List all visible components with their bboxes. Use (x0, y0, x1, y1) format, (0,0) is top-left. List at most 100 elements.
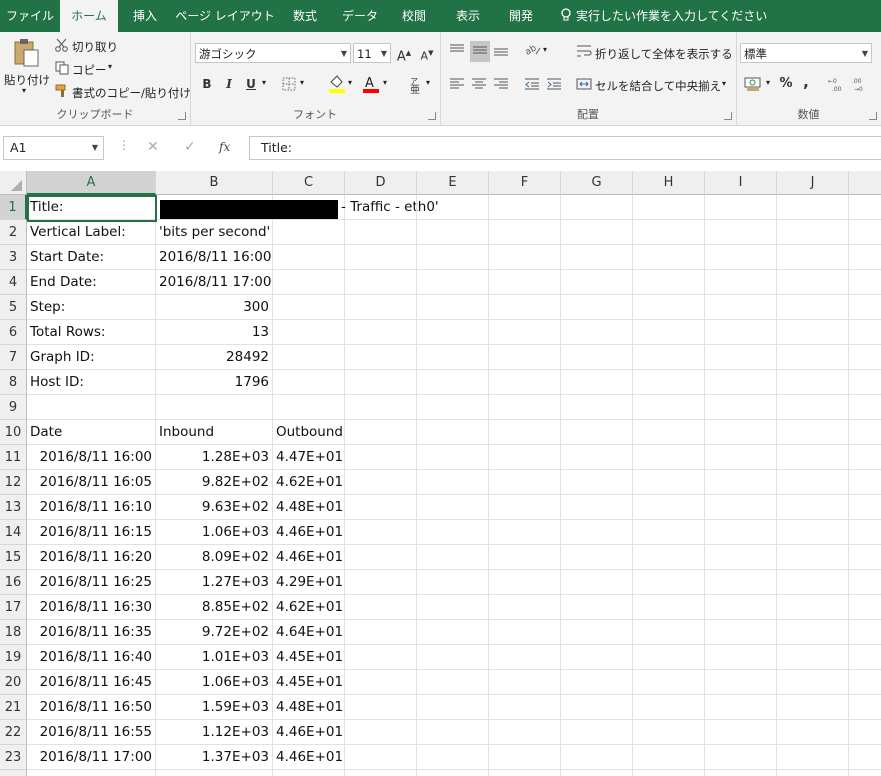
row-header-19[interactable]: 19 (0, 645, 27, 670)
cell-d12[interactable] (345, 470, 417, 495)
cell-k13[interactable] (849, 495, 881, 520)
cell-i12[interactable] (705, 470, 777, 495)
cell-a14[interactable]: 2016/8/11 16:15 (27, 520, 156, 545)
cell-e12[interactable] (417, 470, 489, 495)
cell-h5[interactable] (633, 295, 705, 320)
row-header-4[interactable]: 4 (0, 270, 27, 295)
cell-f11[interactable] (489, 445, 561, 470)
cell-c8[interactable] (273, 370, 345, 395)
cell-e19[interactable] (417, 645, 489, 670)
cell-f14[interactable] (489, 520, 561, 545)
enter-icon[interactable]: ✓ (184, 139, 196, 155)
row-header-9[interactable]: 9 (0, 395, 27, 420)
cell-i24[interactable] (705, 770, 777, 776)
cell-d10[interactable] (345, 420, 417, 445)
number-launcher-icon[interactable] (869, 112, 877, 120)
cell-g17[interactable] (561, 595, 633, 620)
cell-b19[interactable]: 1.01E+03 (156, 645, 273, 670)
cell-j18[interactable] (777, 620, 849, 645)
tab-home[interactable]: ホーム (60, 0, 118, 32)
cell-f15[interactable] (489, 545, 561, 570)
cell-f4[interactable] (489, 270, 561, 295)
cell-c11[interactable]: 4.47E+01 (273, 445, 345, 470)
cell-a21[interactable]: 2016/8/11 16:50 (27, 695, 156, 720)
cell-h20[interactable] (633, 670, 705, 695)
cell-d19[interactable] (345, 645, 417, 670)
cell-d11[interactable] (345, 445, 417, 470)
cell-g1[interactable] (561, 195, 633, 220)
italic-button[interactable]: I (220, 74, 238, 94)
bold-button[interactable]: B (198, 74, 216, 94)
cell-b14[interactable]: 1.06E+03 (156, 520, 273, 545)
number-format-select[interactable]: 標準 ▼ (740, 43, 872, 63)
cell-i16[interactable] (705, 570, 777, 595)
cell-e10[interactable] (417, 420, 489, 445)
cell-j5[interactable] (777, 295, 849, 320)
cell-d23[interactable] (345, 745, 417, 770)
phonetic-icon[interactable]: ア亜 (408, 74, 422, 97)
cell-d4[interactable] (345, 270, 417, 295)
cell-e1[interactable] (417, 195, 489, 220)
tab-developer[interactable]: 開発 (496, 0, 546, 32)
cell-c6[interactable] (273, 320, 345, 345)
row-header-3[interactable]: 3 (0, 245, 27, 270)
cell-a22[interactable]: 2016/8/11 16:55 (27, 720, 156, 745)
tell-me-box[interactable]: 実行したい作業を入力してください (560, 0, 767, 32)
cell-d2[interactable] (345, 220, 417, 245)
cell-k22[interactable] (849, 720, 881, 745)
align-middle-icon[interactable] (470, 41, 490, 62)
cell-e15[interactable] (417, 545, 489, 570)
cell-a4[interactable]: End Date: (27, 270, 156, 295)
cell-i14[interactable] (705, 520, 777, 545)
increase-decimal-icon[interactable]: ←0.00 (828, 76, 846, 95)
cell-i3[interactable] (705, 245, 777, 270)
currency-icon[interactable] (744, 76, 762, 95)
cell-e18[interactable] (417, 620, 489, 645)
fill-color-icon[interactable] (328, 74, 346, 97)
align-bottom-icon[interactable] (493, 43, 509, 60)
cell-b22[interactable]: 1.12E+03 (156, 720, 273, 745)
cell-a18[interactable]: 2016/8/11 16:35 (27, 620, 156, 645)
cell-h9[interactable] (633, 395, 705, 420)
cell-c9[interactable] (273, 395, 345, 420)
cell-c18[interactable]: 4.64E+01 (273, 620, 345, 645)
cell-k3[interactable] (849, 245, 881, 270)
cell-k6[interactable] (849, 320, 881, 345)
cell-h21[interactable] (633, 695, 705, 720)
cell-d22[interactable] (345, 720, 417, 745)
clipboard-launcher-icon[interactable] (178, 112, 186, 120)
cell-j4[interactable] (777, 270, 849, 295)
cell-f21[interactable] (489, 695, 561, 720)
cell-b20[interactable]: 1.06E+03 (156, 670, 273, 695)
cell-g24[interactable] (561, 770, 633, 776)
cell-e24[interactable] (417, 770, 489, 776)
cell-g14[interactable] (561, 520, 633, 545)
cell-b6[interactable]: 13 (156, 320, 273, 345)
cell-f5[interactable] (489, 295, 561, 320)
row-header-5[interactable]: 5 (0, 295, 27, 320)
chevron-down-icon[interactable]: ▼ (92, 137, 98, 159)
cell-c3[interactable] (273, 245, 345, 270)
cell-b16[interactable]: 1.27E+03 (156, 570, 273, 595)
cell-j16[interactable] (777, 570, 849, 595)
cell-i4[interactable] (705, 270, 777, 295)
cell-g23[interactable] (561, 745, 633, 770)
cell-b24[interactable] (156, 770, 273, 776)
tab-view[interactable]: 表示 (440, 0, 496, 32)
row-header-23[interactable]: 23 (0, 745, 27, 770)
cell-i23[interactable] (705, 745, 777, 770)
cell-f9[interactable] (489, 395, 561, 420)
cell-k2[interactable] (849, 220, 881, 245)
copy-dropdown-icon[interactable]: ▾ (108, 62, 112, 71)
cell-b15[interactable]: 8.09E+02 (156, 545, 273, 570)
cell-i15[interactable] (705, 545, 777, 570)
wrap-text-button[interactable]: 折り返して全体を表示する (595, 46, 733, 62)
cell-j23[interactable] (777, 745, 849, 770)
insert-function-icon[interactable]: fx (219, 140, 230, 154)
name-box[interactable]: A1 ▼ (3, 136, 104, 160)
cell-e3[interactable] (417, 245, 489, 270)
cell-j6[interactable] (777, 320, 849, 345)
cell-f13[interactable] (489, 495, 561, 520)
font-color-dropdown-icon[interactable]: ▾ (383, 78, 387, 87)
cell-f22[interactable] (489, 720, 561, 745)
